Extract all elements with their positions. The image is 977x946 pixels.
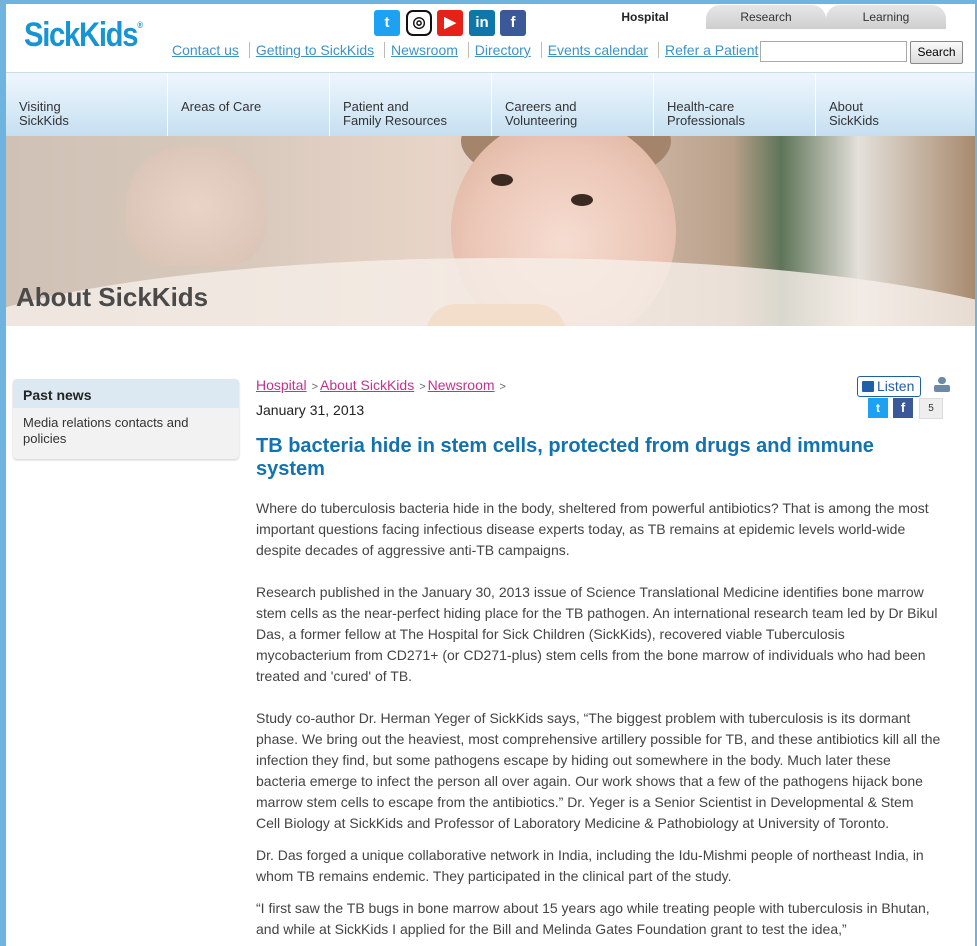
nav-label-line2: Professionals xyxy=(667,113,746,128)
hero-hand-graphic xyxy=(126,146,266,266)
hero-child-eye-left xyxy=(491,174,513,186)
tab-learning[interactable]: Learning xyxy=(826,5,946,29)
nav-label-line1: Patient and xyxy=(343,99,409,114)
nav-patient-family-resources[interactable]: Patient and Family Resources xyxy=(330,73,492,137)
hero-banner: About SickKids xyxy=(6,136,975,326)
facebook-icon[interactable]: f xyxy=(500,10,526,36)
link-directory[interactable]: Directory xyxy=(467,42,537,58)
speaker-icon xyxy=(862,381,874,392)
breadcrumb-separator: > xyxy=(419,381,426,393)
nav-label-line2: SickKids xyxy=(19,113,69,128)
nav-label-line2: SickKids xyxy=(829,113,879,128)
twitter-icon[interactable]: t xyxy=(374,10,400,36)
youtube-icon[interactable]: ▶ xyxy=(437,10,463,36)
share-twitter-icon[interactable]: t xyxy=(868,398,888,418)
instagram-icon[interactable]: ◎ xyxy=(406,10,432,36)
link-contact-us[interactable]: Contact us xyxy=(172,42,245,58)
search-input[interactable] xyxy=(760,41,907,62)
link-events-calendar[interactable]: Events calendar xyxy=(540,42,655,58)
nav-visiting-sickkids[interactable]: Visiting SickKids xyxy=(6,73,168,137)
nav-areas-of-care[interactable]: Areas of Care xyxy=(168,73,330,137)
article-paragraph: Dr. Das forged a unique collaborative ne… xyxy=(256,847,924,884)
share-count: 5 xyxy=(919,398,943,419)
link-refer-a-patient[interactable]: Refer a Patient xyxy=(658,42,765,58)
breadcrumb-hospital[interactable]: Hospital xyxy=(256,377,307,393)
logo-registered-mark: ® xyxy=(137,20,143,30)
nav-label-line1: Visiting xyxy=(19,99,61,114)
nav-label-line1: Health-care xyxy=(667,99,735,114)
article-date: January 31, 2013 xyxy=(256,402,365,418)
article-body: Where do tuberculosis bacteria hide in t… xyxy=(256,498,941,940)
nav-health-care-professionals[interactable]: Health-care Professionals xyxy=(654,73,816,137)
article-paragraph: Study co-author Dr. Herman Yeger of Sick… xyxy=(256,710,941,831)
article-paragraph: “I first saw the TB bugs in bone marrow … xyxy=(256,900,930,937)
listen-label: Listen xyxy=(877,378,915,394)
nav-careers-volunteering[interactable]: Careers and Volunteering xyxy=(492,73,654,137)
print-icon[interactable] xyxy=(934,377,950,393)
hero-child-eye-right xyxy=(571,194,593,206)
search-button[interactable]: Search xyxy=(910,41,963,64)
listen-button[interactable]: Listen xyxy=(857,376,921,397)
breadcrumb-separator: > xyxy=(499,381,506,393)
article-headline: TB bacteria hide in stem cells, protecte… xyxy=(256,435,874,480)
breadcrumb: Hospital > About SickKids > Newsroom > xyxy=(256,377,508,393)
main-nav: Visiting SickKids Areas of Care Patient … xyxy=(6,72,975,137)
sickkids-logo[interactable]: SickKids® xyxy=(24,16,143,55)
nav-about-sickkids[interactable]: About SickKids xyxy=(816,73,975,137)
link-newsroom[interactable]: Newsroom xyxy=(384,42,464,58)
hero-title: About SickKids xyxy=(16,282,209,312)
linkedin-icon[interactable]: in xyxy=(469,10,495,36)
logo-text: SickKids xyxy=(24,16,138,54)
nav-label-line1: About xyxy=(829,99,863,114)
sidebar: Past news Media relations contacts and p… xyxy=(13,379,239,459)
breadcrumb-separator: > xyxy=(311,381,319,393)
breadcrumb-about-sickkids[interactable]: About SickKids xyxy=(320,377,414,393)
top-tabs: Hospital Research Learning xyxy=(580,0,977,30)
breadcrumb-newsroom[interactable]: Newsroom xyxy=(428,377,495,393)
sidebar-item-media-relations[interactable]: Media relations contacts and policies xyxy=(13,408,239,447)
article-paragraph: Research published in the January 30, 20… xyxy=(256,584,938,684)
link-getting-to-sickkids[interactable]: Getting to SickKids xyxy=(248,42,381,58)
article-paragraph: Where do tuberculosis bacteria hide in t… xyxy=(256,500,929,558)
tab-hospital[interactable]: Hospital xyxy=(585,5,705,29)
share-facebook-icon[interactable]: f xyxy=(893,398,913,418)
nav-label-line2: Volunteering xyxy=(505,113,578,128)
utility-links: Contact us Getting to SickKids Newsroom … xyxy=(172,42,765,58)
nav-label-line1: Areas of Care xyxy=(181,99,262,114)
nav-label-line1: Careers and xyxy=(505,99,577,114)
nav-label-line2: Family Resources xyxy=(343,113,448,128)
sidebar-heading[interactable]: Past news xyxy=(13,379,239,408)
tab-research[interactable]: Research xyxy=(706,5,826,29)
